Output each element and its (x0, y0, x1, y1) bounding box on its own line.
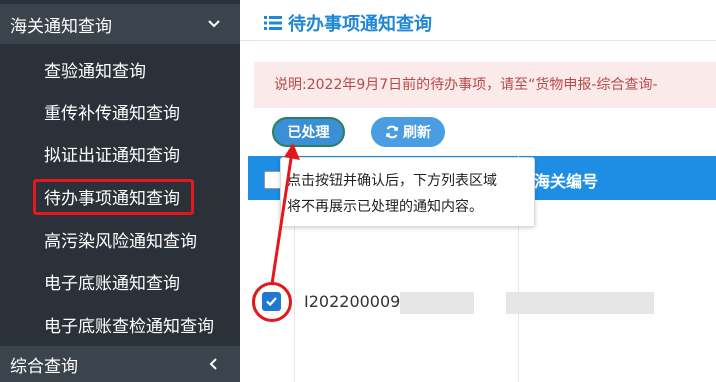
menu-group-general-query[interactable]: 综合查询 (0, 346, 240, 382)
chevron-down-icon (208, 20, 220, 28)
tooltip-line: 将不再展示已处理的通知内容。 (287, 199, 483, 215)
processed-button-label: 已处理 (287, 125, 330, 141)
chevron-left-icon (209, 358, 217, 370)
menu-group-customs-notice[interactable]: 海关通知查询 (0, 4, 240, 44)
sidebar-item-label: 待办事项通知查询 (44, 188, 180, 209)
sidebar-item-inspection[interactable]: 查验通知查询 (0, 48, 240, 90)
refresh-button[interactable]: 刷新 (371, 117, 445, 147)
sidebar-item-certificate[interactable]: 拟证出证通知查询 (0, 132, 240, 174)
page-title: 待办事项通知查询 (288, 14, 432, 35)
sidebar-item-pollution-risk[interactable]: 高污染风险通知查询 (0, 218, 240, 260)
sidebar-item-reupload[interactable]: 重传补传通知查询 (0, 90, 240, 132)
redacted-block (400, 292, 474, 314)
processed-button[interactable]: 已处理 (272, 117, 345, 147)
divider (240, 40, 716, 41)
sidebar-item-label: 电子底账查检通知查询 (44, 316, 214, 337)
sidebar-item-label: 高污染风险通知查询 (44, 231, 197, 252)
sidebar-item-label: 拟证出证通知查询 (44, 145, 180, 166)
table-cell-id: I2022000090 (304, 292, 411, 311)
column-header-customs-no: 海关编号 (534, 172, 599, 191)
menu-group-label: 海关通知查询 (10, 16, 112, 37)
menu-group-label: 综合查询 (10, 356, 78, 377)
row-checkbox[interactable] (262, 292, 281, 311)
sidebar-item-label: 电子底账通知查询 (44, 273, 180, 294)
sidebar-item-e-ledger-inspection[interactable]: 电子底账查检通知查询 (0, 303, 240, 345)
list-icon (264, 16, 282, 30)
sidebar: 海关通知查询 查验通知查询 重传补传通知查询 拟证出证通知查询 待办事项通知查询… (0, 0, 240, 382)
sidebar-item-e-ledger[interactable]: 电子底账通知查询 (0, 260, 240, 302)
main-panel: 待办事项通知查询 说明:2022年9月7日前的待办事项，请至“货物申报-综合查询… (240, 0, 716, 382)
sidebar-item-todo[interactable]: 待办事项通知查询 (0, 175, 240, 217)
refresh-button-label: 刷新 (403, 125, 431, 141)
redacted-block (506, 292, 654, 314)
refresh-icon (386, 125, 398, 139)
tooltip: 点击按钮并确认后，下方列表区域 将不再展示已处理的通知内容。 (280, 157, 535, 227)
sidebar-item-label: 查验通知查询 (44, 61, 146, 82)
tooltip-line: 点击按钮并确认后，下方列表区域 (287, 173, 497, 189)
page-header: 待办事项通知查询 (264, 10, 432, 36)
checkmark-icon (266, 297, 277, 307)
sidebar-item-label: 重传补传通知查询 (44, 103, 180, 124)
notice-banner: 说明:2022年9月7日前的待办事项，请至“货物申报-综合查询- (254, 62, 716, 108)
